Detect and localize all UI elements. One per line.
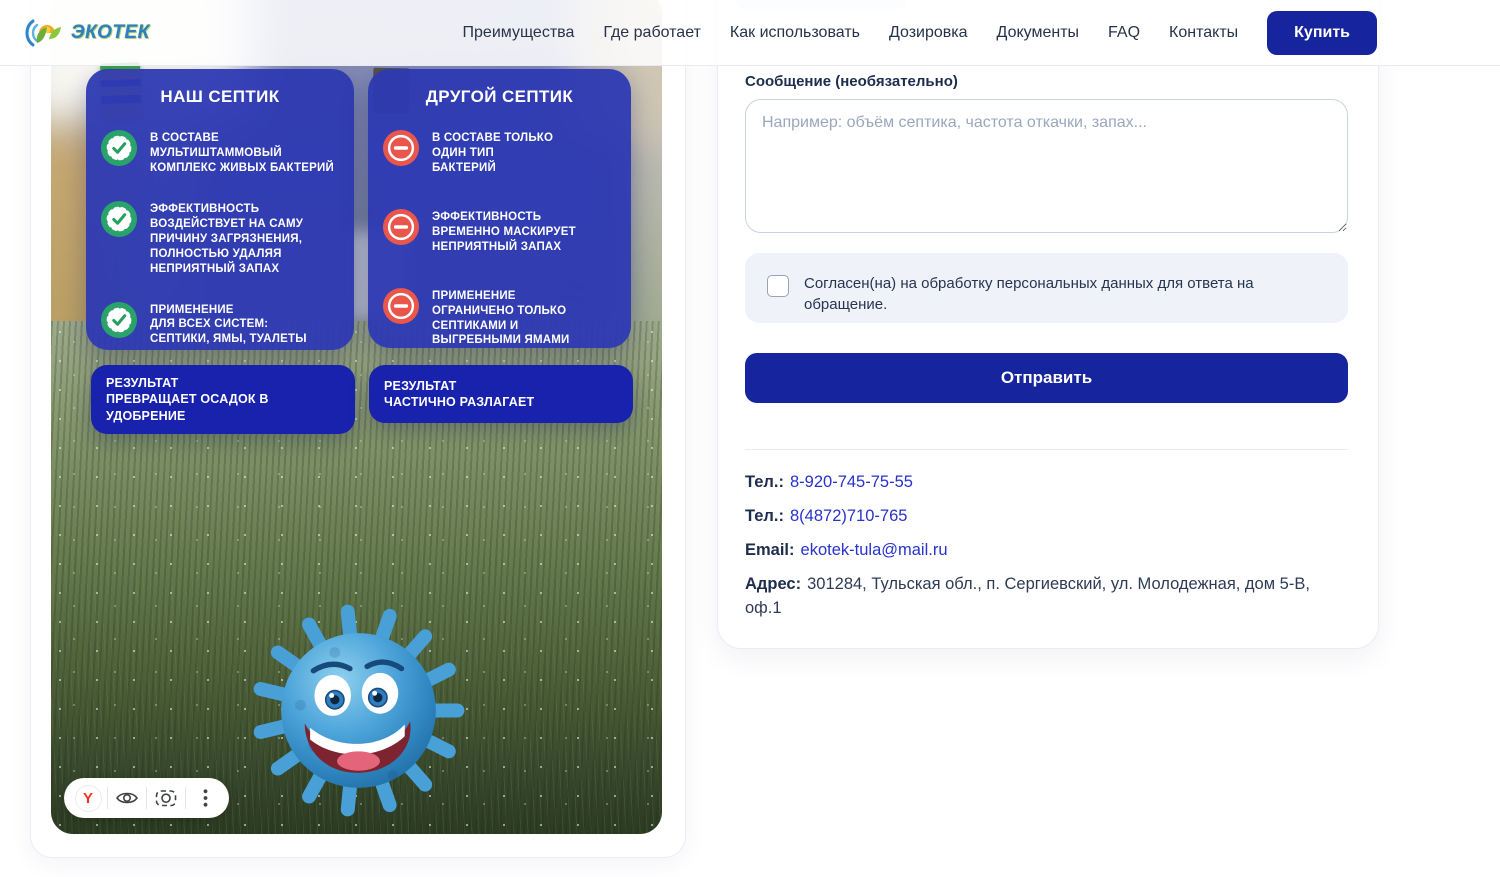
contact-email-row: Email: ekotek-tula@mail.ru	[745, 539, 1348, 563]
logo-text: ЭКОТЕК	[71, 22, 150, 44]
email-link[interactable]: ekotek-tula@mail.ru	[801, 541, 948, 559]
check-badge-icon	[100, 301, 138, 339]
comparison-item-text: ПРИМЕНЕНИЕ ДЛЯ ВСЕХ СИСТЕМ: СЕПТИКИ, ЯМЫ…	[150, 301, 307, 348]
consent-text: Согласен(на) на обработку персональных д…	[804, 273, 1326, 315]
comparison-item: ПРИМЕНЕНИЕ ДЛЯ ВСЕХ СИСТЕМ: СЕПТИКИ, ЯМЫ…	[100, 301, 340, 348]
consent-panel: Согласен(на) на обработку персональных д…	[745, 253, 1348, 323]
contact-label: Email:	[745, 541, 795, 559]
minus-badge-icon	[382, 287, 420, 325]
main-nav: Преимущества Где работает Как использова…	[463, 24, 1239, 42]
comparison-image-card: НАШ СЕПТИК В СОСТАВЕ МУЛЬТИШТАММОВЫЙ КОМ…	[30, 0, 686, 858]
nav-item-dosage[interactable]: Дозировка	[889, 24, 968, 42]
comparison-item: В СОСТАВЕ ТОЛЬКО ОДИН ТИП БАКТЕРИЙ	[382, 129, 617, 176]
minus-badge-icon	[382, 129, 420, 167]
nav-item-where-works[interactable]: Где работает	[603, 24, 701, 42]
buy-button[interactable]: Купить	[1267, 11, 1377, 55]
check-badge-icon	[100, 129, 138, 167]
comparison-item-text: В СОСТАВЕ ТОЛЬКО ОДИН ТИП БАКТЕРИЙ	[432, 129, 553, 176]
image-viewer-toolbar: Y	[64, 778, 229, 818]
comparison-item: ЭФФЕКТИВНОСТЬ ВОЗДЕЙСТВУЕТ НА САМУ ПРИЧИ…	[100, 200, 340, 277]
consent-checkbox[interactable]	[767, 275, 789, 297]
nav-item-advantages[interactable]: Преимущества	[463, 24, 575, 42]
comparison-item-text: В СОСТАВЕ МУЛЬТИШТАММОВЫЙ КОМПЛЕКС ЖИВЫХ…	[150, 129, 340, 176]
nav-item-faq[interactable]: FAQ	[1108, 24, 1140, 42]
logo[interactable]: ЭКОТЕК	[25, 13, 150, 53]
submit-button[interactable]: Отправить	[745, 353, 1348, 403]
message-input[interactable]	[745, 99, 1348, 233]
logo-icon	[25, 13, 65, 53]
hero-image: НАШ СЕПТИК В СОСТАВЕ МУЛЬТИШТАММОВЫЙ КОМ…	[51, 0, 662, 834]
nav-item-contacts[interactable]: Контакты	[1169, 24, 1238, 42]
comparison-item: В СОСТАВЕ МУЛЬТИШТАММОВЫЙ КОМПЛЕКС ЖИВЫХ…	[100, 129, 340, 176]
contact-label: Тел.:	[745, 473, 784, 491]
panel-other-septic: ДРУГОЙ СЕПТИК В СОСТАВЕ ТОЛЬКО ОДИН ТИП …	[368, 69, 631, 348]
nav-item-documents[interactable]: Документы	[997, 24, 1079, 42]
phone-link[interactable]: 8-920-745-75-55	[790, 473, 913, 491]
comparison-item: ПРИМЕНЕНИЕ ОГРАНИЧЕНО ТОЛЬКО СЕПТИКАМИ И…	[382, 287, 617, 349]
phone-link[interactable]: 8(4872)710-765	[790, 507, 907, 525]
address-text: 301284, Тульская обл., п. Сергиевский, у…	[745, 575, 1310, 617]
contact-label: Тел.:	[745, 507, 784, 525]
more-icon[interactable]	[186, 778, 224, 818]
result-banner-our: РЕЗУЛЬТАТ ПРЕВРАЩАЕТ ОСАДОК В УДОБРЕНИЕ	[91, 365, 355, 434]
result-banner-other: РЕЗУЛЬТАТ ЧАСТИЧНО РАЗЛАГАЕТ	[369, 365, 633, 423]
nav-item-how-to-use[interactable]: Как использовать	[730, 24, 860, 42]
comparison-item-text: ЭФФЕКТИВНОСТЬ ВОЗДЕЙСТВУЕТ НА САМУ ПРИЧИ…	[150, 200, 303, 277]
yandex-icon[interactable]: Y	[69, 778, 107, 818]
panel-title: ДРУГОЙ СЕПТИК	[382, 87, 617, 107]
comparison-item-text: ПРИМЕНЕНИЕ ОГРАНИЧЕНО ТОЛЬКО СЕПТИКАМИ И…	[432, 287, 570, 349]
site-header: ЭКОТЕК Преимущества Где работает Как исп…	[0, 0, 1500, 66]
bacteria-mascot-image	[251, 603, 466, 818]
panel-our-septic: НАШ СЕПТИК В СОСТАВЕ МУЛЬТИШТАММОВЫЙ КОМ…	[86, 69, 354, 350]
eye-icon[interactable]	[108, 778, 146, 818]
minus-badge-icon	[382, 208, 420, 246]
contact-phone-row: Тел.: 8(4872)710-765	[745, 505, 1348, 529]
page: НАШ СЕПТИК В СОСТАВЕ МУЛЬТИШТАММОВЫЙ КОМ…	[0, 0, 1500, 877]
comparison-item: ЭФФЕКТИВНОСТЬ ВРЕМЕННО МАСКИРУЕТ НЕПРИЯТ…	[382, 208, 617, 255]
camera-search-icon[interactable]	[147, 778, 185, 818]
contact-label: Адрес:	[745, 575, 801, 593]
message-label: Сообщение (необязательно)	[745, 73, 958, 90]
contact-address-row: Адрес:301284, Тульская обл., п. Сергиевс…	[745, 573, 1348, 621]
panel-title: НАШ СЕПТИК	[100, 87, 340, 107]
divider	[745, 449, 1348, 450]
check-badge-icon	[100, 200, 138, 238]
yandex-letter: Y	[83, 791, 93, 806]
comparison-item-text: ЭФФЕКТИВНОСТЬ ВРЕМЕННО МАСКИРУЕТ НЕПРИЯТ…	[432, 208, 576, 255]
contact-form-card: Сообщение (необязательно) Согласен(на) н…	[717, 0, 1379, 649]
contact-phone-row: Тел.: 8-920-745-75-55	[745, 471, 1348, 495]
